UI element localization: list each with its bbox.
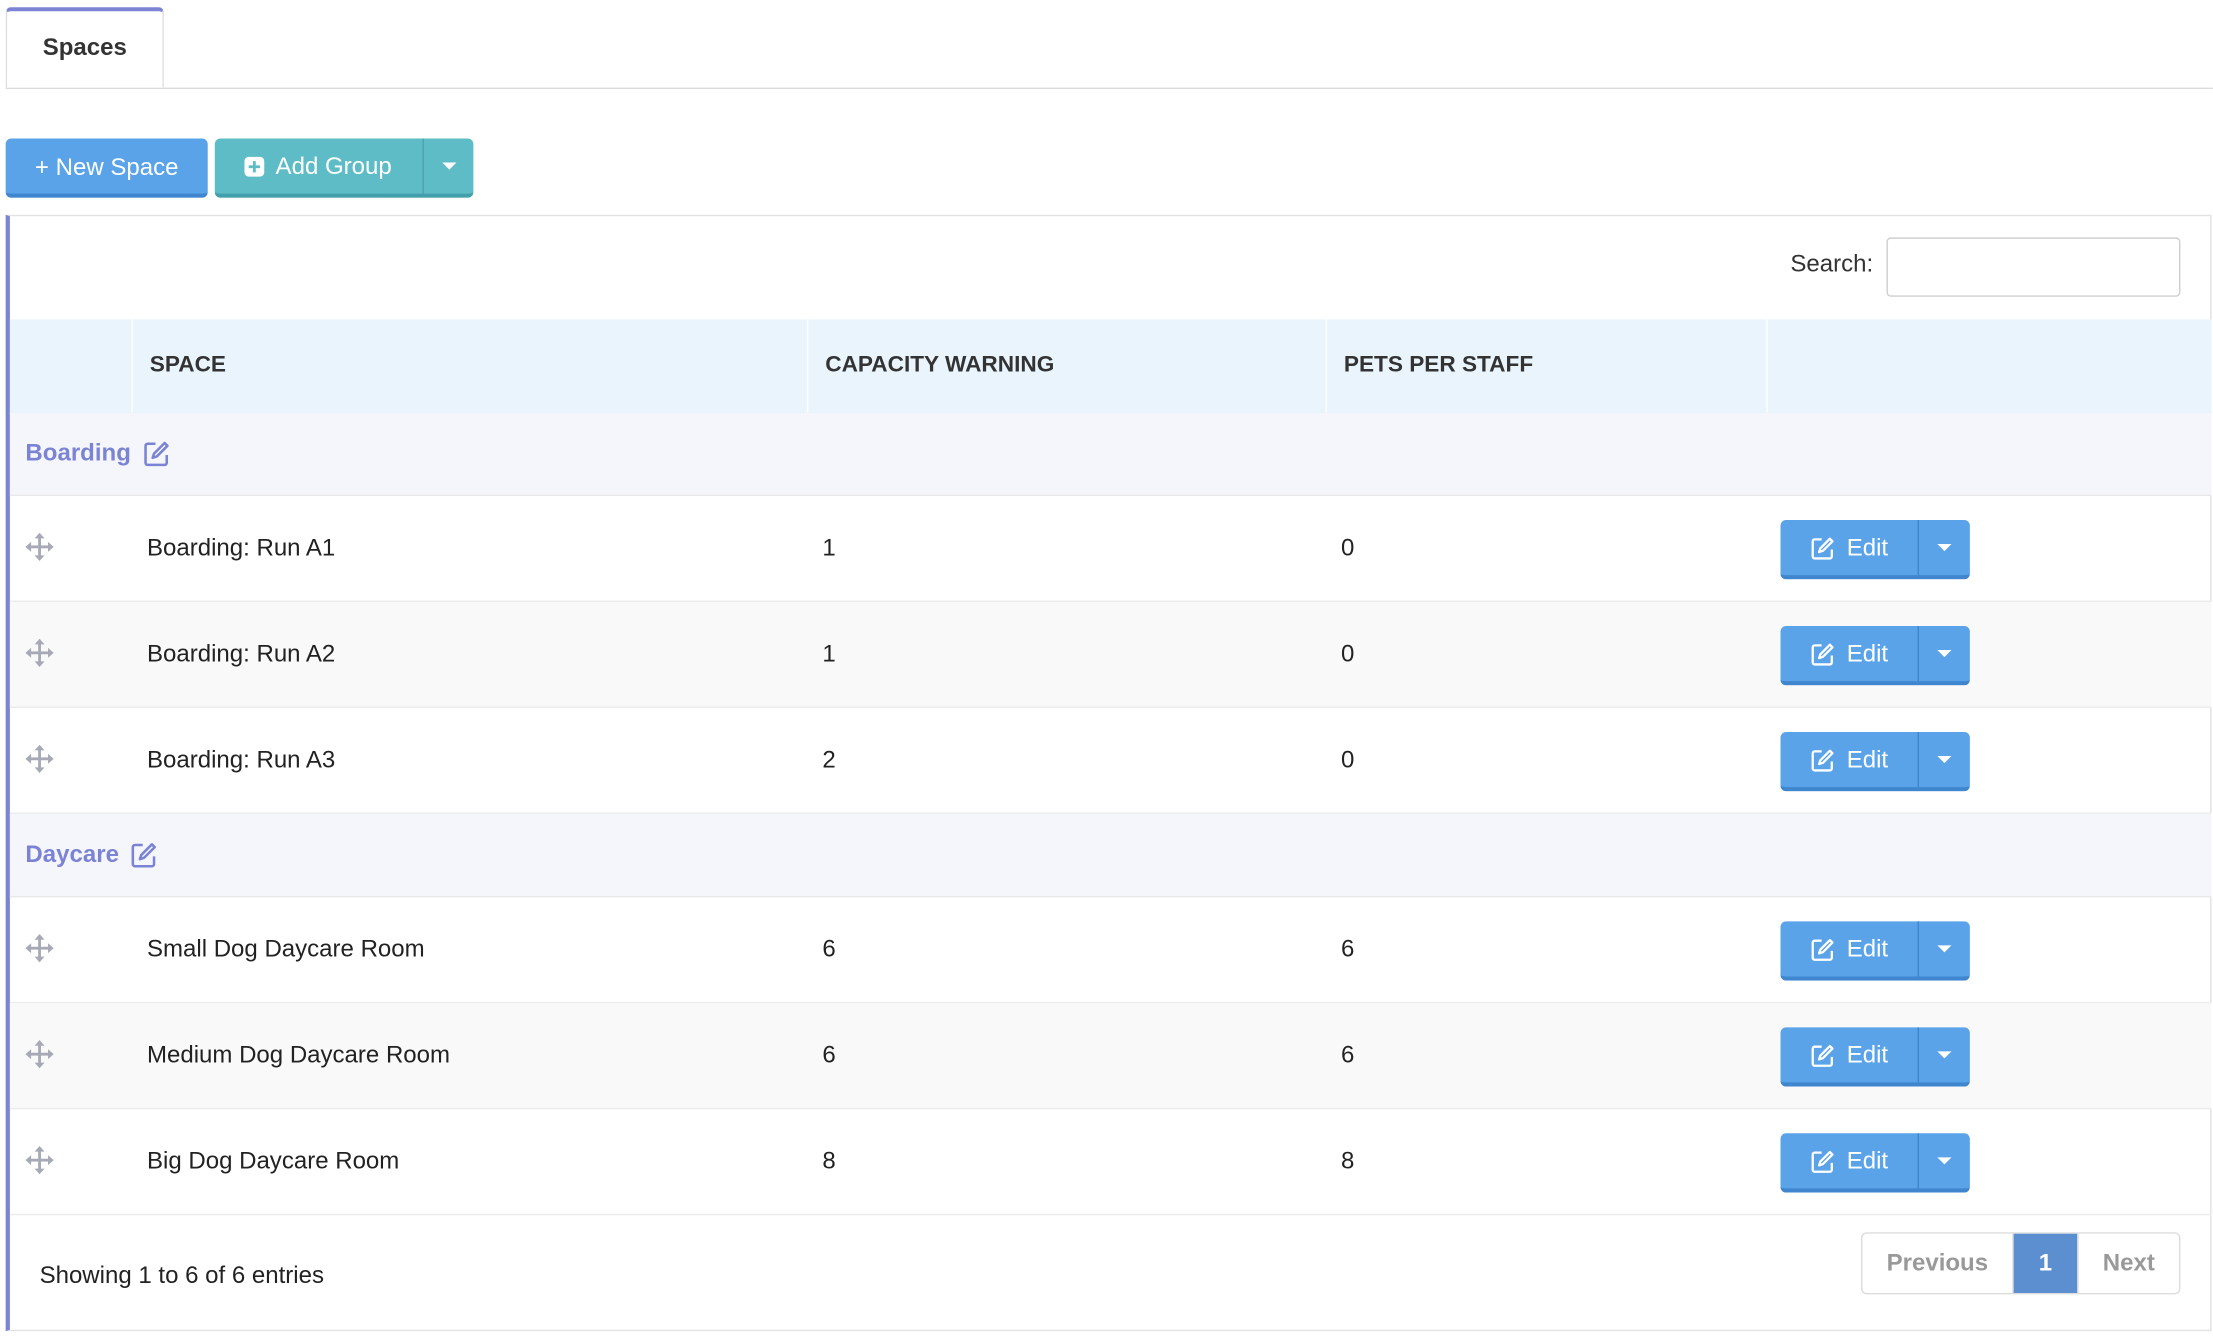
edit-button[interactable]: Edit bbox=[1781, 626, 1918, 681]
pets-per-staff-value: 0 bbox=[1341, 746, 1355, 773]
add-group-label: Add Group bbox=[275, 151, 392, 179]
page-1-button[interactable]: 1 bbox=[2013, 1233, 2078, 1293]
search-input[interactable] bbox=[1886, 237, 2181, 297]
group-name: Daycare bbox=[25, 840, 119, 868]
capacity-warning-value: 6 bbox=[822, 935, 836, 963]
caret-down-icon bbox=[1937, 756, 1952, 764]
edit-label: Edit bbox=[1846, 1040, 1889, 1068]
caret-down-icon bbox=[1937, 945, 1952, 953]
tab-spaces[interactable]: Spaces bbox=[5, 7, 164, 88]
edit-button[interactable]: Edit bbox=[1781, 1133, 1918, 1188]
space-name: Medium Dog Daycare Room bbox=[146, 1041, 451, 1069]
edit-dropdown-toggle[interactable] bbox=[1919, 1133, 1970, 1188]
edit-button-group: Edit bbox=[1780, 921, 1970, 981]
edit-button-group: Edit bbox=[1780, 520, 1970, 580]
add-group-dropdown-toggle[interactable] bbox=[424, 138, 473, 193]
edit-square-icon bbox=[1810, 1042, 1835, 1067]
move-arrows-icon[interactable] bbox=[25, 744, 54, 782]
group-row: Boarding bbox=[9, 412, 2212, 496]
edit-label: Edit bbox=[1846, 533, 1889, 561]
space-name: Boarding: Run A1 bbox=[146, 534, 336, 562]
column-header-capacity-warning[interactable]: CAPACITY WARNING bbox=[808, 319, 1327, 413]
capacity-warning-value: 1 bbox=[822, 640, 836, 667]
next-page-button[interactable]: Next bbox=[2077, 1233, 2179, 1293]
edit-dropdown-toggle[interactable] bbox=[1919, 520, 1970, 575]
edit-button-group: Edit bbox=[1780, 1133, 1970, 1193]
edit-square-icon bbox=[1810, 747, 1835, 772]
table-row: Big Dog Daycare Room 8 8 Edit bbox=[9, 1109, 2212, 1216]
table-header: SPACE CAPACITY WARNING PETS PER STAFF bbox=[9, 319, 2212, 415]
column-header-pets-per-staff[interactable]: PETS PER STAFF bbox=[1327, 319, 1768, 413]
add-group-button[interactable]: Add Group bbox=[215, 138, 423, 193]
edit-button[interactable]: Edit bbox=[1781, 520, 1918, 575]
edit-button[interactable]: Edit bbox=[1781, 732, 1918, 787]
edit-button[interactable]: Edit bbox=[1781, 921, 1918, 976]
move-arrows-icon[interactable] bbox=[25, 532, 54, 570]
pets-per-staff-value: 6 bbox=[1341, 935, 1355, 963]
edit-dropdown-toggle[interactable] bbox=[1919, 626, 1970, 681]
capacity-warning-value: 2 bbox=[822, 746, 836, 773]
plus-square-icon bbox=[244, 156, 265, 176]
edit-label: Edit bbox=[1846, 934, 1889, 962]
edit-label: Edit bbox=[1846, 1146, 1889, 1174]
pets-per-staff-value: 6 bbox=[1341, 1041, 1355, 1069]
edit-dropdown-toggle[interactable] bbox=[1919, 732, 1970, 787]
move-arrows-icon[interactable] bbox=[25, 934, 54, 971]
column-header-actions bbox=[1768, 319, 2212, 412]
add-group-button-group: Add Group bbox=[214, 138, 474, 198]
edit-label: Edit bbox=[1846, 639, 1889, 667]
entries-info: Showing 1 to 6 of 6 entries bbox=[39, 1261, 325, 1289]
edit-group-icon[interactable] bbox=[130, 841, 158, 869]
table-row: Boarding: Run A2 1 0 Edit bbox=[9, 601, 2212, 708]
move-arrows-icon[interactable] bbox=[25, 638, 54, 676]
move-arrows-icon[interactable] bbox=[25, 1146, 54, 1183]
edit-button-group: Edit bbox=[1780, 731, 1970, 792]
previous-page-button[interactable]: Previous bbox=[1862, 1233, 2014, 1293]
caret-down-icon bbox=[1937, 1157, 1952, 1165]
edit-label: Edit bbox=[1846, 745, 1889, 773]
caret-down-icon bbox=[1937, 1051, 1952, 1059]
edit-button-group: Edit bbox=[1780, 1027, 1970, 1087]
column-header-drag bbox=[10, 319, 133, 413]
edit-dropdown-toggle[interactable] bbox=[1919, 1027, 1970, 1082]
edit-group-icon[interactable] bbox=[142, 439, 170, 467]
table-row: Medium Dog Daycare Room 6 6 Edit bbox=[9, 1003, 2212, 1110]
search-label: Search: bbox=[1790, 250, 1874, 277]
edit-button[interactable]: Edit bbox=[1781, 1027, 1918, 1082]
spaces-page: Spaces + New Space Add Group Search: SPA… bbox=[0, 0, 2213, 1335]
table-row: Small Dog Daycare Room 6 6 Edit bbox=[9, 897, 2212, 1004]
capacity-warning-value: 6 bbox=[822, 1041, 836, 1069]
edit-square-icon bbox=[1810, 1148, 1835, 1173]
table-row: Boarding: Run A1 1 0 Edit bbox=[9, 496, 2212, 602]
space-name: Big Dog Daycare Room bbox=[146, 1147, 400, 1175]
spaces-table-panel: Search: SPACE CAPACITY WARNING PETS PER … bbox=[5, 214, 2212, 1332]
edit-square-icon bbox=[1810, 936, 1835, 961]
space-name: Boarding: Run A2 bbox=[146, 640, 336, 667]
pagination: Previous 1 Next bbox=[1861, 1232, 2181, 1295]
group-name: Boarding bbox=[25, 439, 131, 467]
capacity-warning-value: 1 bbox=[822, 534, 836, 562]
group-row: Daycare bbox=[9, 813, 2212, 898]
pets-per-staff-value: 8 bbox=[1341, 1147, 1355, 1175]
edit-dropdown-toggle[interactable] bbox=[1919, 921, 1970, 976]
space-name: Boarding: Run A3 bbox=[146, 746, 336, 773]
space-name: Small Dog Daycare Room bbox=[146, 935, 425, 963]
edit-square-icon bbox=[1810, 641, 1835, 666]
caret-down-icon bbox=[1937, 544, 1952, 552]
column-header-space[interactable]: SPACE bbox=[133, 319, 809, 413]
tab-bar: Spaces bbox=[5, 7, 2213, 90]
pets-per-staff-value: 0 bbox=[1341, 640, 1355, 667]
pets-per-staff-value: 0 bbox=[1341, 534, 1355, 562]
new-space-button[interactable]: + New Space bbox=[5, 138, 208, 198]
move-arrows-icon[interactable] bbox=[25, 1040, 54, 1077]
caret-down-icon bbox=[1937, 650, 1952, 658]
capacity-warning-value: 8 bbox=[822, 1147, 836, 1175]
caret-down-icon bbox=[441, 162, 456, 170]
edit-square-icon bbox=[1810, 535, 1835, 560]
table-row: Boarding: Run A3 2 0 Edit bbox=[9, 708, 2212, 814]
edit-button-group: Edit bbox=[1780, 626, 1970, 686]
